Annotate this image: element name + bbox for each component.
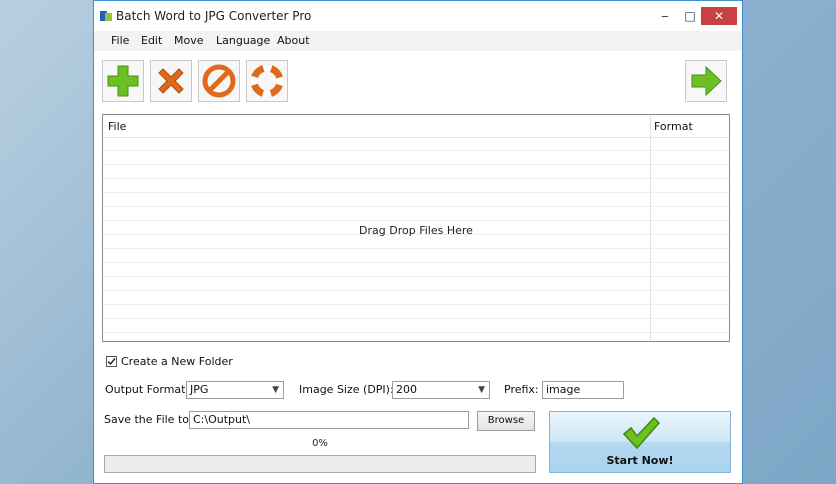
save-path-input[interactable]: C:\Output\ — [189, 411, 469, 429]
clear-icon — [202, 64, 236, 98]
clear-list-button[interactable] — [198, 60, 240, 102]
title-bar: Batch Word to JPG Converter Pro ‒ □ ✕ — [94, 1, 742, 31]
start-now-label: Start Now! — [606, 454, 674, 467]
file-list-header: File Format — [103, 115, 729, 138]
help-button[interactable] — [246, 60, 288, 102]
image-size-select[interactable]: 200 ▼ — [392, 381, 490, 399]
file-list-rows — [103, 137, 729, 341]
checkmark-icon — [622, 416, 661, 450]
remove-file-button[interactable] — [150, 60, 192, 102]
chevron-down-icon: ▼ — [478, 385, 485, 395]
progress-bar — [104, 455, 536, 473]
help-lifebuoy-icon — [250, 64, 284, 98]
menu-file[interactable]: File — [111, 34, 129, 47]
remove-icon — [158, 68, 184, 94]
add-icon — [107, 65, 139, 97]
menu-language[interactable]: Language — [216, 34, 270, 47]
app-window: Batch Word to JPG Converter Pro ‒ □ ✕ Fi… — [93, 0, 743, 484]
prefix-input[interactable]: image — [542, 381, 624, 399]
file-list[interactable]: File Format Drag Drop Files Here — [102, 114, 730, 342]
menu-bar: File Edit Move Language About — [94, 31, 742, 51]
create-folder-label: Create a New Folder — [121, 355, 233, 368]
check-icon — [107, 358, 116, 366]
column-header-file[interactable]: File — [108, 120, 126, 133]
output-format-value: JPG — [190, 383, 209, 396]
maximize-button[interactable]: □ — [678, 7, 702, 25]
create-folder-checkbox[interactable] — [106, 356, 117, 367]
toolbar — [94, 53, 742, 109]
window-title: Batch Word to JPG Converter Pro — [116, 9, 312, 23]
menu-edit[interactable]: Edit — [141, 34, 162, 47]
next-arrow-icon — [691, 65, 722, 97]
menu-move[interactable]: Move — [174, 34, 204, 47]
add-files-button[interactable] — [102, 60, 144, 102]
browse-button[interactable]: Browse — [477, 411, 535, 431]
minimize-button[interactable]: ‒ — [653, 7, 677, 25]
image-size-label: Image Size (DPI): — [299, 383, 394, 396]
output-format-select[interactable]: JPG ▼ — [186, 381, 284, 399]
close-button[interactable]: ✕ — [701, 7, 737, 25]
output-format-label: Output Format: — [105, 383, 190, 396]
start-now-button[interactable]: Start Now! — [549, 411, 731, 473]
menu-about[interactable]: About — [277, 34, 310, 47]
prefix-label: Prefix: — [504, 383, 539, 396]
image-size-value: 200 — [396, 383, 417, 396]
drop-files-hint: Drag Drop Files Here — [359, 224, 473, 237]
progress-percent: 0% — [312, 438, 328, 449]
save-location-label: Save the File to — [104, 413, 189, 426]
next-button[interactable] — [685, 60, 727, 102]
column-header-format[interactable]: Format — [654, 120, 693, 133]
app-icon — [100, 11, 112, 21]
chevron-down-icon: ▼ — [272, 385, 279, 395]
